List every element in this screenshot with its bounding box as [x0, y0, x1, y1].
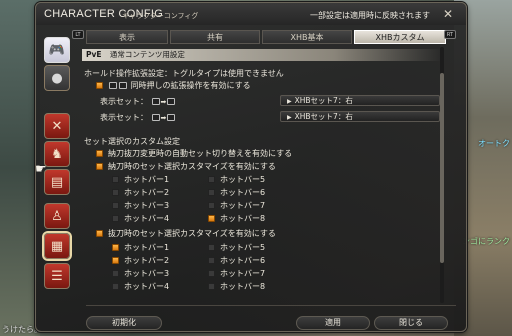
button-glyph-icon: [151, 114, 160, 121]
button-glyph-icon: [151, 98, 160, 105]
drawn-hotbar-label: ホットバー4: [124, 282, 170, 291]
pointer-hand-icon: ☛: [35, 162, 47, 177]
drawn-hotbar-checkbox[interactable]: [112, 244, 119, 251]
background-label: ンゴにランク: [462, 237, 510, 246]
simultaneous-press-row: 同時押しの拡張操作を有効にする: [108, 80, 251, 91]
crossed-swords-icon[interactable]: ✕: [44, 113, 70, 139]
sheathed-hotbar-label: ホットバー5: [220, 175, 266, 184]
character-config-window: CHARACTER CONFIG キャラクターコンフィグ 一部設定は適用時に反映…: [35, 2, 467, 332]
drawn-customize-label: 抜刀時のセット選択カスタマイズを有効にする: [108, 229, 276, 238]
sheathed-hotbar-label: ホットバー1: [124, 175, 170, 184]
display-set-row: 表示セット： ➡: [100, 112, 176, 123]
drawn-hotbar-label: ホットバー5: [220, 243, 266, 252]
tab-display[interactable]: 表示: [86, 30, 168, 44]
lt-bumper-icon: LT: [72, 30, 84, 39]
tab-shared[interactable]: 共有: [170, 30, 260, 44]
chocobo-icon[interactable]: ♞: [44, 141, 70, 167]
title-bar[interactable]: CHARACTER CONFIG キャラクターコンフィグ 一部設定は適用時に反映…: [36, 3, 466, 25]
hold-heading: ホールド操作拡張設定：トグルタイプは使用できません: [84, 69, 284, 78]
display-set-value: XHBセット7：右: [294, 112, 353, 121]
sheathed-hotbar-label: ホットバー4: [124, 214, 170, 223]
sheathed-hotbar-label: ホットバー8: [220, 214, 266, 223]
display-set-value: XHBセット7：右: [294, 96, 353, 105]
apply-notice: 一部設定は適用時に反映されます: [310, 11, 430, 20]
sheathed-hotbar-checkbox[interactable]: [112, 215, 119, 222]
reset-button[interactable]: 初期化: [86, 316, 162, 330]
sheathed-hotbar-checkbox[interactable]: [112, 202, 119, 209]
button-glyph-icon: [109, 82, 117, 89]
auto-switch-checkbox[interactable]: [96, 150, 103, 157]
character-icon[interactable]: ●: [44, 65, 70, 91]
drawn-hotbar-label: ホットバー3: [124, 269, 170, 278]
drawn-hotbar-checkbox[interactable]: [112, 270, 119, 277]
window-subtitle: キャラクターコンフィグ: [122, 12, 199, 20]
auto-switch-label: 納刀抜刀変更時の自動セット切り替えを有効にする: [108, 149, 293, 158]
tab-xhb-custom[interactable]: XHBカスタム: [354, 30, 446, 44]
play-arrow-icon: ▶: [287, 114, 292, 121]
apply-button[interactable]: 適用: [296, 316, 370, 330]
drawn-hotbar-label: ホットバー6: [220, 256, 266, 265]
drawn-hotbar-checkbox[interactable]: [208, 244, 215, 251]
tab-xhb-basic[interactable]: XHB基本: [262, 30, 352, 44]
simultaneous-press-checkbox[interactable]: [96, 82, 103, 89]
display-set-label: 表示セット：: [100, 97, 148, 106]
sheathed-customize-label: 納刀時のセット選択カスタマイズを有効にする: [108, 162, 276, 171]
drawn-hotbar-label: ホットバー7: [220, 269, 266, 278]
display-set-row: 表示セット： ➡: [100, 96, 176, 107]
drawn-hotbar-checkbox[interactable]: [208, 283, 215, 290]
person-icon[interactable]: ♙: [44, 203, 70, 229]
close-icon[interactable]: ✕: [440, 7, 456, 21]
display-set-dropdown-2[interactable]: ▶ XHBセット7：右: [280, 111, 440, 122]
display-set-label: 表示セット：: [100, 113, 148, 122]
drawn-customize-checkbox[interactable]: [96, 230, 103, 237]
sheathed-hotbar-checkbox[interactable]: [208, 176, 215, 183]
button-glyph-icon: [167, 98, 176, 105]
drawn-hotbar-checkbox[interactable]: [112, 283, 119, 290]
sheathed-hotbar-checkbox[interactable]: [208, 189, 215, 196]
drawn-hotbar-checkbox[interactable]: [208, 257, 215, 264]
pve-badge: PvE: [86, 50, 102, 59]
sheathed-hotbar-checkbox[interactable]: [208, 202, 215, 209]
display-set-dropdown-1[interactable]: ▶ XHBセット7：右: [280, 95, 440, 106]
footer-divider: [86, 305, 456, 306]
button-glyph-icon: [119, 82, 127, 89]
sheathed-hotbar-label: ホットバー6: [220, 188, 266, 197]
arrow-icon: ➡: [160, 114, 167, 122]
chat-icon[interactable]: ☰: [44, 263, 70, 289]
arrow-icon: ➡: [160, 98, 167, 106]
simultaneous-press-label: 同時押しの拡張操作を有効にする: [130, 81, 251, 90]
tab-bar: 表示 共有 XHB基本 XHBカスタム: [86, 30, 446, 44]
hotbar-icon[interactable]: ▦: [44, 233, 70, 259]
sheathed-hotbar-label: ホットバー3: [124, 201, 170, 210]
settings-panel: PvE 通常コンテンツ用設定 ホールド操作拡張設定：トグルタイプは使用できません…: [82, 46, 450, 304]
id-card-icon[interactable]: ▤: [44, 169, 70, 195]
sheathed-hotbar-checkbox[interactable]: [112, 189, 119, 196]
drawn-hotbar-checkbox[interactable]: [208, 270, 215, 277]
scrollbar-thumb[interactable]: [440, 73, 444, 263]
drawn-hotbar-label: ホットバー8: [220, 282, 266, 291]
section-title: 通常コンテンツ用設定: [109, 50, 185, 59]
rt-bumper-icon: RT: [444, 30, 456, 39]
sheathed-hotbar-checkbox[interactable]: [208, 215, 215, 222]
sheathed-hotbar-checkbox[interactable]: [112, 176, 119, 183]
sheathed-hotbar-label: ホットバー2: [124, 188, 170, 197]
drawn-hotbar-label: ホットバー2: [124, 256, 170, 265]
sheathed-hotbar-label: ホットバー7: [220, 201, 266, 210]
background-label: オートク: [478, 139, 510, 148]
play-arrow-icon: ▶: [287, 98, 292, 105]
custom-heading: セット選択のカスタム設定: [84, 137, 180, 146]
close-button[interactable]: 閉じる: [374, 316, 448, 330]
drawn-hotbar-label: ホットバー1: [124, 243, 170, 252]
drawn-hotbar-checkbox[interactable]: [112, 257, 119, 264]
sheathed-customize-checkbox[interactable]: [96, 163, 103, 170]
button-glyph-icon: [167, 114, 176, 121]
section-header: PvE 通常コンテンツ用設定: [82, 49, 442, 61]
background-scenery-left: [0, 0, 40, 336]
gamepad-icon[interactable]: 🎮: [44, 37, 70, 63]
